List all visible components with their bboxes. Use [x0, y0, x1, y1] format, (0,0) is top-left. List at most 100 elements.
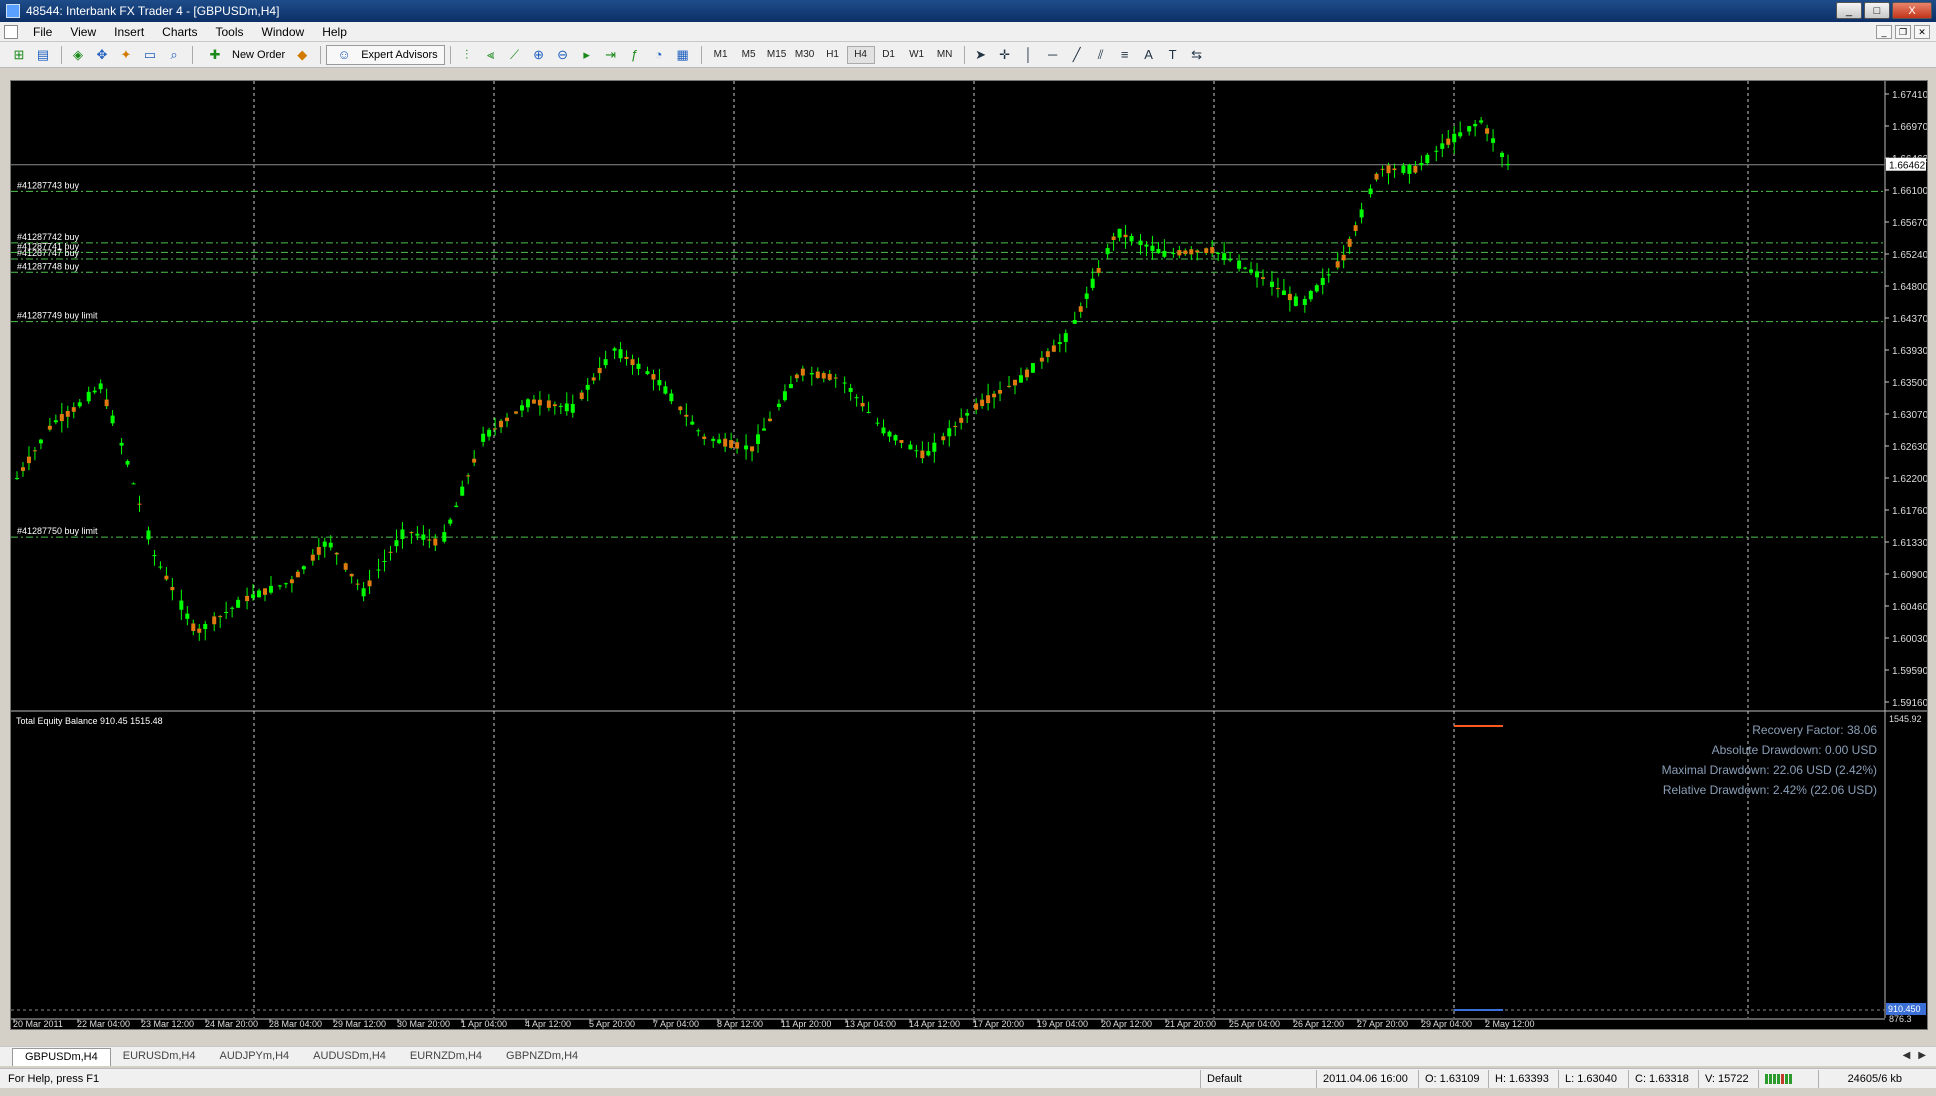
timeframe-h4[interactable]: H4	[846, 45, 875, 64]
new-chart-icon[interactable]: ⊞	[8, 45, 30, 65]
candle-body	[531, 399, 536, 404]
timeframe-w1[interactable]: W1	[903, 49, 931, 60]
new-order-button[interactable]: ✚ New Order	[198, 45, 291, 65]
candle-body	[612, 348, 617, 351]
profiles-icon[interactable]: ▤	[32, 45, 54, 65]
candle-body	[1063, 333, 1068, 342]
candle-body	[552, 404, 557, 407]
periods-icon[interactable]: ◔	[648, 45, 670, 65]
candle-body	[1204, 248, 1209, 254]
candle-body	[842, 382, 847, 384]
candle-body	[367, 580, 372, 587]
indicators-icon[interactable]: ƒ	[624, 45, 646, 65]
auto-scroll-icon[interactable]: ▸	[576, 45, 598, 65]
timeframe-d1[interactable]: D1	[875, 49, 903, 60]
close-button[interactable]: X	[1892, 2, 1932, 19]
price-label: 1.59590	[1892, 666, 1927, 677]
tab-audusdm-h4[interactable]: AUDUSDm,H4	[301, 1048, 398, 1066]
candle-body	[170, 587, 175, 591]
data-window-icon[interactable]: ✦	[115, 45, 137, 65]
candle-body	[959, 417, 964, 423]
timeframe-m1[interactable]: M1	[707, 49, 735, 60]
bar-chart-icon[interactable]: ⫶	[456, 45, 478, 65]
tab-eurnzdm-h4[interactable]: EURNZDm,H4	[398, 1048, 494, 1066]
mdi-minimize-button[interactable]: _	[1876, 25, 1892, 39]
timeframe-m30[interactable]: M30	[791, 49, 819, 60]
line-chart-icon[interactable]: ⟋	[504, 45, 526, 65]
strategy-tester-icon[interactable]: ⌕	[163, 45, 185, 65]
time-label: 20 Mar 2011	[13, 1019, 63, 1029]
candle-body	[92, 390, 97, 393]
chart-shift-icon[interactable]: ⇥	[600, 45, 622, 65]
zoom-out-icon[interactable]: ⊖	[552, 45, 574, 65]
cursor-icon[interactable]: ➤	[970, 45, 992, 65]
mdi-restore-button[interactable]: ❐	[1895, 25, 1911, 39]
menu-insert[interactable]: Insert	[105, 25, 153, 39]
candle-body	[953, 425, 958, 427]
candle-body	[980, 399, 985, 407]
candle-body	[1326, 274, 1331, 276]
candle-body	[26, 456, 31, 464]
candle-body	[663, 386, 668, 394]
candle-body	[513, 411, 518, 414]
menu-help[interactable]: Help	[313, 25, 356, 39]
templates-icon[interactable]: ▦	[672, 45, 694, 65]
navigator-icon[interactable]: ✥	[91, 45, 113, 65]
candle-body	[1072, 320, 1077, 324]
timeframe-m5[interactable]: M5	[735, 49, 763, 60]
zoom-in-icon[interactable]: ⊕	[528, 45, 550, 65]
chart-document-icon[interactable]	[4, 24, 18, 39]
menu-window[interactable]: Window	[253, 25, 314, 39]
candlestick-icon[interactable]: ⫷	[480, 45, 502, 65]
tab-scroll-left-icon[interactable]: ◀	[1903, 1050, 1911, 1061]
tab-audjpym-h4[interactable]: AUDJPYm,H4	[207, 1048, 301, 1066]
candle-body	[499, 420, 504, 428]
status-profile[interactable]: Default	[1200, 1069, 1316, 1088]
candle-body	[310, 554, 315, 561]
metaeditor-icon[interactable]: ◆	[291, 45, 313, 65]
arrows-icon[interactable]: ⇆	[1186, 45, 1208, 65]
price-chart[interactable]: 1.67410 1.66970 1.66462 1.66100 1.65670 1.652…	[11, 81, 1929, 1029]
tab-eurusdm-h4[interactable]: EURUSDm,H4	[111, 1048, 208, 1066]
timeframe-h1[interactable]: H1	[819, 49, 847, 60]
candle-body	[1500, 152, 1505, 158]
text-label-icon[interactable]: T	[1162, 45, 1184, 65]
text-icon[interactable]: A	[1138, 45, 1160, 65]
tab-gbpnzdm-h4[interactable]: GBPNZDm,H4	[494, 1048, 590, 1066]
chart-window[interactable]: 1.67410 1.66970 1.66462 1.66100 1.65670 1.652…	[10, 80, 1929, 1030]
time-label: 2 May 12:00	[1485, 1019, 1535, 1029]
mt4-window: 48544: Interbank FX Trader 4 - [GBPUSDm,…	[0, 0, 1936, 1096]
market-watch-icon[interactable]: ◈	[67, 45, 89, 65]
crosshair-icon[interactable]: ✛	[994, 45, 1016, 65]
minimize-button[interactable]: _	[1836, 2, 1862, 19]
candle-body	[1425, 154, 1430, 164]
timeframe-mn[interactable]: MN	[931, 49, 959, 60]
order-label: #41287743 buy	[17, 180, 80, 190]
menu-charts[interactable]: Charts	[153, 25, 206, 39]
equidistant-channel-icon[interactable]: ⫽	[1090, 45, 1112, 65]
timeframe-m15[interactable]: M15	[763, 49, 791, 60]
menu-tools[interactable]: Tools	[207, 25, 253, 39]
menu-view[interactable]: View	[61, 25, 105, 39]
price-label: 1.62200	[1892, 474, 1927, 485]
horizontal-line-icon[interactable]: ─	[1042, 45, 1064, 65]
tab-scroll-right-icon[interactable]: ▶	[1918, 1050, 1926, 1061]
expert-advisors-button[interactable]: ☺ Expert Advisors	[326, 44, 445, 65]
candle-body	[1018, 375, 1023, 383]
terminal-icon[interactable]: ▭	[139, 45, 161, 65]
candle-body	[767, 418, 772, 422]
maximize-button[interactable]: □	[1864, 2, 1890, 19]
mdi-close-button[interactable]: ✕	[1914, 25, 1930, 39]
fibonacci-icon[interactable]: ≡	[1114, 45, 1136, 65]
status-high: H: 1.63393	[1488, 1069, 1558, 1088]
tab-gbpusdm-h4[interactable]: GBPUSDm,H4	[12, 1048, 111, 1066]
vertical-line-icon[interactable]: │	[1018, 45, 1040, 65]
price-label: 1.67410	[1892, 90, 1927, 101]
candle-body	[328, 542, 333, 548]
candle-body	[735, 442, 740, 449]
status-bar: For Help, press F1 Default 2011.04.06 16…	[0, 1068, 1936, 1088]
menu-file[interactable]: File	[24, 25, 61, 39]
candle-body	[1368, 188, 1373, 195]
trendline-icon[interactable]: ╱	[1066, 45, 1088, 65]
price-label: 1.62630	[1892, 442, 1927, 453]
